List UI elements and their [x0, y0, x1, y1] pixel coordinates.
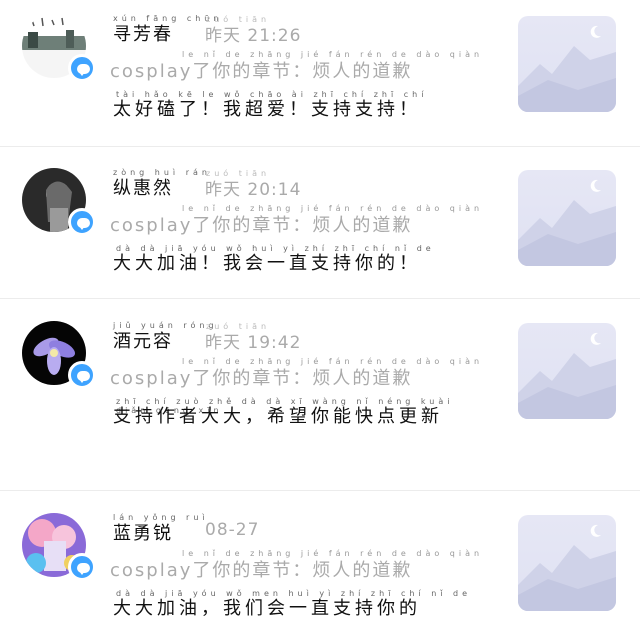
- chapter-subtitle[interactable]: cosplay了你的章节：烦人的道歉: [110, 556, 412, 582]
- thumbnail-image: [518, 332, 616, 419]
- avatar-wrap[interactable]: [22, 168, 96, 236]
- thumbnail-image: [518, 25, 616, 112]
- divider: [0, 490, 640, 491]
- avatar-wrap[interactable]: [22, 321, 96, 389]
- landscape-placeholder-icon[interactable]: [518, 515, 616, 611]
- landscape-placeholder-icon[interactable]: [518, 323, 616, 419]
- time-value: 21:26: [247, 26, 302, 46]
- thumbnail-image: [518, 524, 616, 611]
- time-value: 20:14: [247, 180, 302, 200]
- chapter-subtitle[interactable]: cosplay了你的章节：烦人的道歉: [110, 57, 412, 83]
- timestamp: 昨天 20:14: [205, 175, 301, 200]
- user-name[interactable]: 蓝勇锐: [113, 519, 173, 545]
- avatar-wrap[interactable]: [22, 513, 96, 581]
- comment-item[interactable]: zòng huì rán 纵惠然 zuó tiān 昨天 20:14 le nǐ…: [0, 154, 640, 304]
- time-prefix: 昨天: [205, 333, 241, 353]
- comment-text: 大大加油！我会一直支持你的！: [113, 253, 421, 274]
- landscape-placeholder-icon[interactable]: [518, 16, 616, 112]
- landscape-placeholder-icon[interactable]: [518, 170, 616, 266]
- comment-text: 大大加油，我们会一直支持你的: [113, 598, 421, 619]
- user-name[interactable]: 寻芳春: [113, 20, 173, 46]
- comment-item[interactable]: jiǔ yuán róng 酒元容 zuó tiān 昨天 19:42 le n…: [0, 307, 640, 487]
- chat-bubble-icon: [68, 208, 96, 236]
- avatar-wrap[interactable]: [22, 14, 96, 82]
- divider: [0, 146, 640, 147]
- time-prefix: 昨天: [205, 180, 241, 200]
- timestamp: 昨天 19:42: [205, 328, 301, 353]
- comment-item[interactable]: xún fāng chūn 寻芳春 zuó tiān 昨天 21:26 le n…: [0, 0, 640, 150]
- timestamp: 08-27: [205, 520, 259, 540]
- chat-bubble-icon: [68, 553, 96, 581]
- chapter-subtitle[interactable]: cosplay了你的章节：烦人的道歉: [110, 364, 412, 390]
- time-value: 19:42: [247, 333, 302, 353]
- divider: [0, 298, 640, 299]
- chapter-subtitle[interactable]: cosplay了你的章节：烦人的道歉: [110, 211, 412, 237]
- user-name[interactable]: 酒元容: [113, 327, 173, 353]
- chat-bubble-icon: [68, 361, 96, 389]
- comment-text: 太好磕了！我超爱！支持支持！: [113, 99, 421, 120]
- time-value: 08-27: [205, 520, 260, 540]
- comment-item[interactable]: lán yǒng ruì 蓝勇锐 08-27 le nǐ de zhāng ji…: [0, 499, 640, 641]
- comment-text: 支持作者大大，希望你能快点更新: [113, 406, 443, 427]
- timestamp: 昨天 21:26: [205, 21, 301, 46]
- time-prefix: 昨天: [205, 26, 241, 46]
- chat-bubble-icon: [68, 54, 96, 82]
- thumbnail-image: [518, 179, 616, 266]
- user-name[interactable]: 纵惠然: [113, 174, 173, 200]
